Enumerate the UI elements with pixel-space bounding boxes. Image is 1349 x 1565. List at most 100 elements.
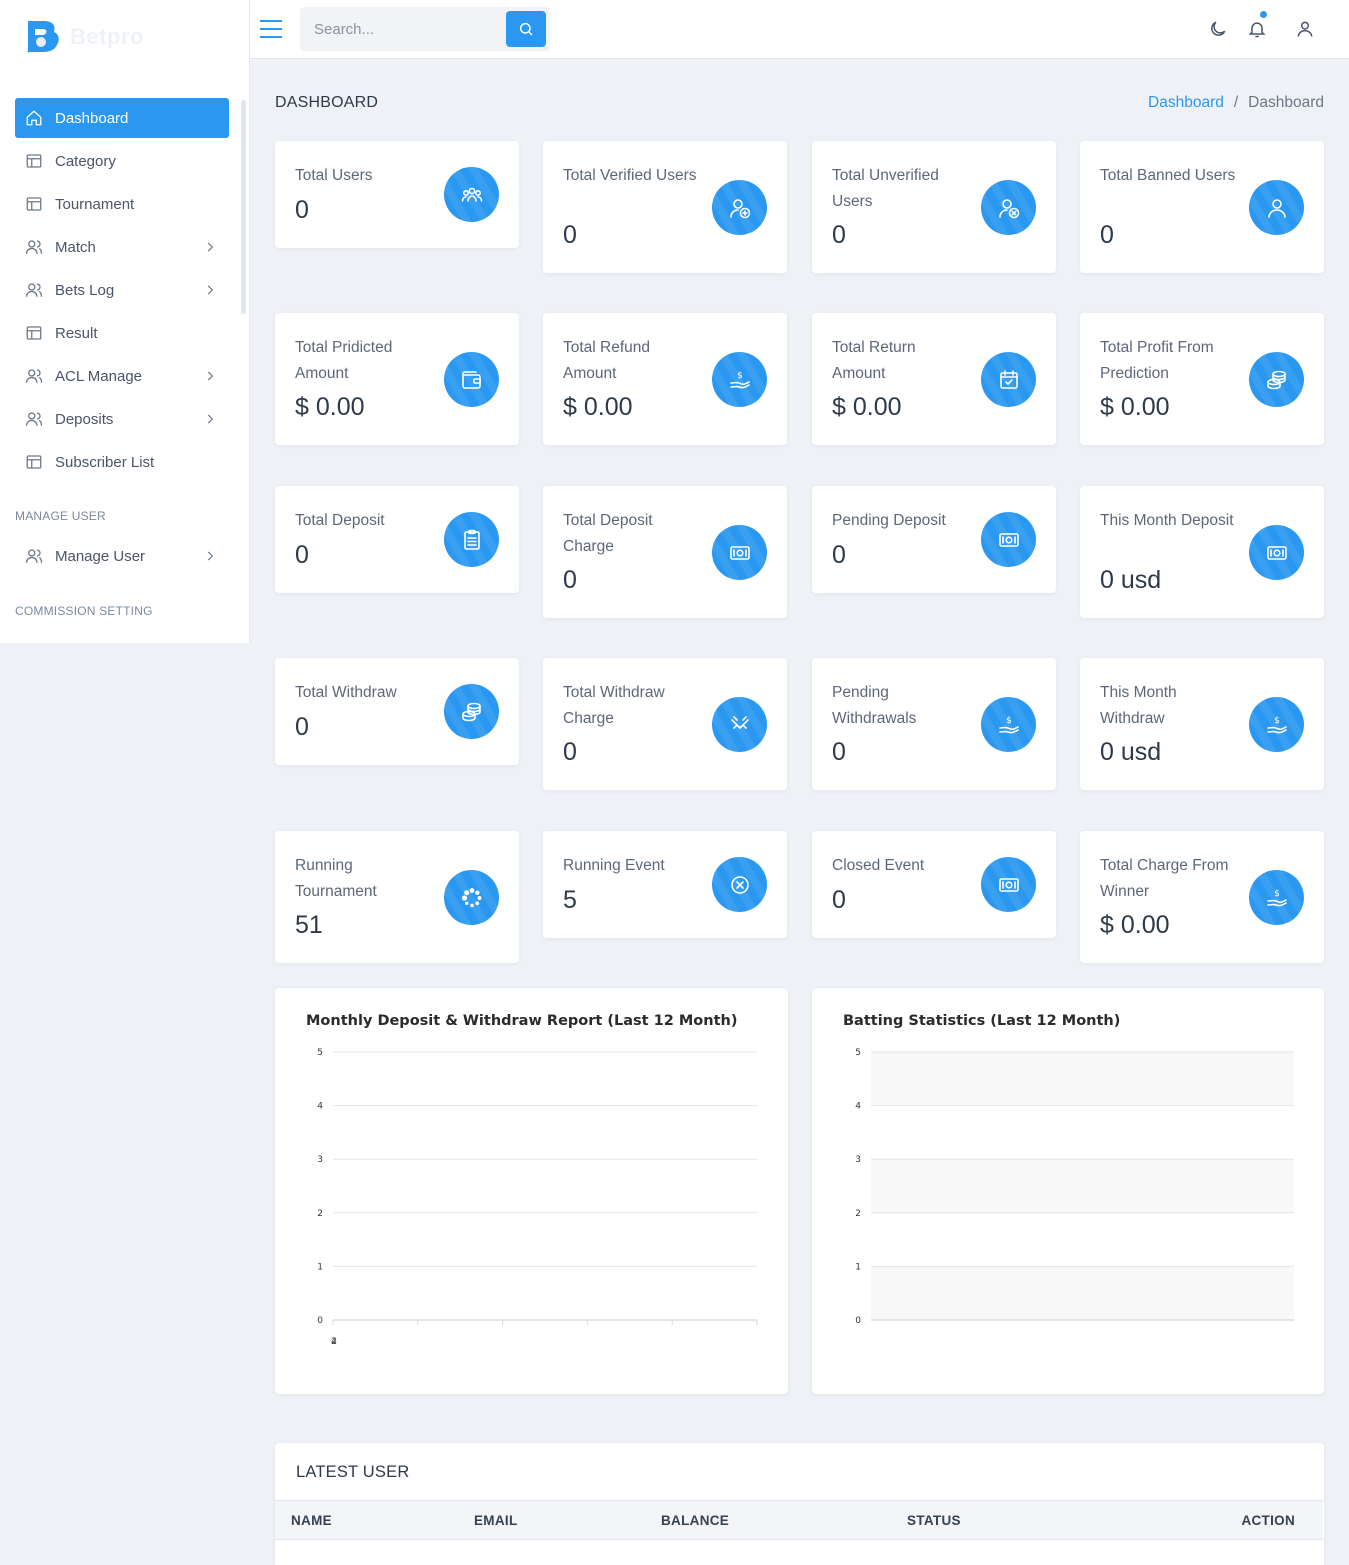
search-box bbox=[300, 7, 550, 51]
chart-card-batting-statistics: Batting Statistics (Last 12 Month) 01234… bbox=[812, 988, 1324, 1394]
stat-card: Total Profit From Prediction $ 0.00 bbox=[1080, 313, 1324, 445]
stat-label: Total Withdraw bbox=[295, 684, 397, 701]
stat-card: Total Return Amount $ 0.00 bbox=[812, 313, 1056, 445]
users-icon bbox=[25, 281, 43, 299]
sidebar-item-bets-log[interactable]: Bets Log bbox=[15, 270, 229, 310]
sidebar-item-tournament[interactable]: Tournament bbox=[15, 184, 229, 224]
calendar-check-icon bbox=[981, 352, 1036, 407]
stat-value: $ 0.00 bbox=[295, 393, 365, 421]
column-header-name[interactable]: NAME bbox=[291, 1513, 332, 1528]
stat-value: $ 0.00 bbox=[563, 393, 633, 421]
table-icon bbox=[25, 324, 43, 342]
stat-value: 5 bbox=[563, 886, 577, 914]
stat-card: Total Users 0 bbox=[275, 141, 519, 248]
y-tick-label: 1 bbox=[855, 1262, 861, 1272]
stat-label: Total Verified Users bbox=[563, 167, 697, 184]
stat-card: Total Unverified Users 0 bbox=[812, 141, 1056, 273]
stat-label: Total Withdraw Charge bbox=[563, 684, 665, 727]
stat-label: Total Return Amount bbox=[832, 339, 916, 382]
table-header: NAME EMAIL BALANCE STATUS ACTION bbox=[275, 1500, 1323, 1540]
y-tick-label: 1 bbox=[317, 1262, 323, 1272]
sidebar-item-label: Deposits bbox=[55, 410, 114, 428]
sidebar-item-result[interactable]: Result bbox=[15, 313, 229, 353]
column-header-email[interactable]: EMAIL bbox=[474, 1513, 518, 1528]
deposit-withdraw-chart: 01234524 bbox=[317, 1048, 758, 1347]
section-manage-user: MANAGE USER bbox=[15, 509, 106, 523]
stat-label: Total Deposit Charge bbox=[563, 512, 653, 555]
breadcrumb-separator: / bbox=[1233, 94, 1239, 111]
users-icon bbox=[25, 547, 43, 565]
stat-value: 0 bbox=[295, 713, 309, 741]
cash-icon bbox=[1249, 525, 1304, 580]
y-tick-label: 0 bbox=[317, 1316, 323, 1326]
section-commission-setting: COMMISSION SETTING bbox=[15, 604, 153, 618]
user-icon[interactable] bbox=[1295, 19, 1315, 39]
stat-label: This Month Withdraw bbox=[1100, 684, 1177, 727]
hand-money-icon: $ bbox=[1249, 697, 1304, 752]
svg-text:$: $ bbox=[1006, 716, 1012, 726]
chevron-right-icon bbox=[203, 549, 217, 563]
user-remove-icon bbox=[981, 180, 1036, 235]
y-tick-label: 0 bbox=[855, 1316, 861, 1326]
chevron-right-icon bbox=[203, 240, 217, 254]
y-tick-label: 5 bbox=[855, 1048, 861, 1058]
latest-user-card: LATEST USER NAME EMAIL BALANCE STATUS AC… bbox=[275, 1443, 1324, 1565]
table-icon bbox=[25, 195, 43, 213]
user-icon bbox=[1249, 180, 1304, 235]
stat-value: 0 bbox=[832, 738, 846, 766]
bell-icon[interactable] bbox=[1247, 11, 1267, 39]
stat-value: 0 bbox=[295, 541, 309, 569]
stat-value: 0 bbox=[295, 196, 309, 224]
stat-label: Total Banned Users bbox=[1100, 167, 1236, 184]
sidebar-item-manage-user[interactable]: Manage User bbox=[15, 536, 229, 576]
column-header-status[interactable]: STATUS bbox=[907, 1513, 961, 1528]
y-tick-label: 2 bbox=[855, 1209, 861, 1219]
topbar bbox=[250, 0, 1349, 59]
sidebar-item-label: Manage User bbox=[55, 547, 146, 565]
moon-icon[interactable] bbox=[1208, 19, 1228, 39]
stat-value: $ 0.00 bbox=[1100, 393, 1170, 421]
stat-card: Total Verified Users 0 bbox=[543, 141, 787, 273]
hand-money-icon: $ bbox=[712, 352, 767, 407]
stat-label: Total Deposit bbox=[295, 512, 385, 529]
stat-value: 0 bbox=[563, 566, 577, 594]
svg-text:$: $ bbox=[737, 371, 743, 381]
sidebar-item-label: Dashboard bbox=[55, 109, 129, 127]
sidebar-item-acl-manage[interactable]: ACL Manage bbox=[15, 356, 229, 396]
stat-card: Pending Withdrawals 0 $ bbox=[812, 658, 1056, 790]
y-tick-label: 3 bbox=[855, 1155, 861, 1165]
sidebar-item-category[interactable]: Category bbox=[15, 141, 229, 181]
sidebar-scrollbar[interactable] bbox=[241, 100, 246, 314]
sidebar-item-subscriber-list[interactable]: Subscriber List bbox=[15, 442, 229, 482]
search-button[interactable] bbox=[506, 11, 546, 47]
svg-text:$: $ bbox=[1274, 716, 1280, 726]
clipboard-icon bbox=[444, 512, 499, 567]
column-header-balance[interactable]: BALANCE bbox=[661, 1513, 729, 1528]
y-tick-label: 4 bbox=[855, 1102, 861, 1112]
sidebar-item-dashboard[interactable]: Dashboard bbox=[15, 98, 229, 138]
search-icon bbox=[519, 22, 533, 36]
stat-value: 0 bbox=[1100, 221, 1114, 249]
brand-logo[interactable]: Betpro bbox=[24, 16, 144, 58]
table-title: LATEST USER bbox=[296, 1463, 410, 1481]
sidebar-item-deposits[interactable]: Deposits bbox=[15, 399, 229, 439]
stat-card: Total Refund Amount $ 0.00 $ bbox=[543, 313, 787, 445]
search-input[interactable] bbox=[300, 7, 505, 51]
sidebar-item-match[interactable]: Match bbox=[15, 227, 229, 267]
stat-value: 0 bbox=[832, 886, 846, 914]
menu-icon[interactable] bbox=[260, 19, 282, 39]
chevron-right-icon bbox=[203, 283, 217, 297]
stat-card: This Month Deposit 0 usd bbox=[1080, 486, 1324, 618]
stat-card: Total Charge From Winner $ 0.00 $ bbox=[1080, 831, 1324, 963]
stat-card: Total Deposit Charge 0 bbox=[543, 486, 787, 618]
hand-money-icon: $ bbox=[1249, 870, 1304, 925]
cash-icon bbox=[712, 525, 767, 580]
breadcrumb-link[interactable]: Dashboard bbox=[1148, 94, 1224, 112]
chevron-right-icon bbox=[203, 369, 217, 383]
x-tick-label: 4 bbox=[331, 1337, 337, 1347]
column-header-action[interactable]: ACTION bbox=[1241, 1513, 1295, 1528]
sidebar-item-label: Match bbox=[55, 238, 96, 256]
stat-value: 0 usd bbox=[1100, 738, 1162, 766]
sidebar-nav: Dashboard Category Tournament Match Bets Log… bbox=[15, 98, 229, 485]
y-tick-label: 2 bbox=[317, 1209, 323, 1219]
